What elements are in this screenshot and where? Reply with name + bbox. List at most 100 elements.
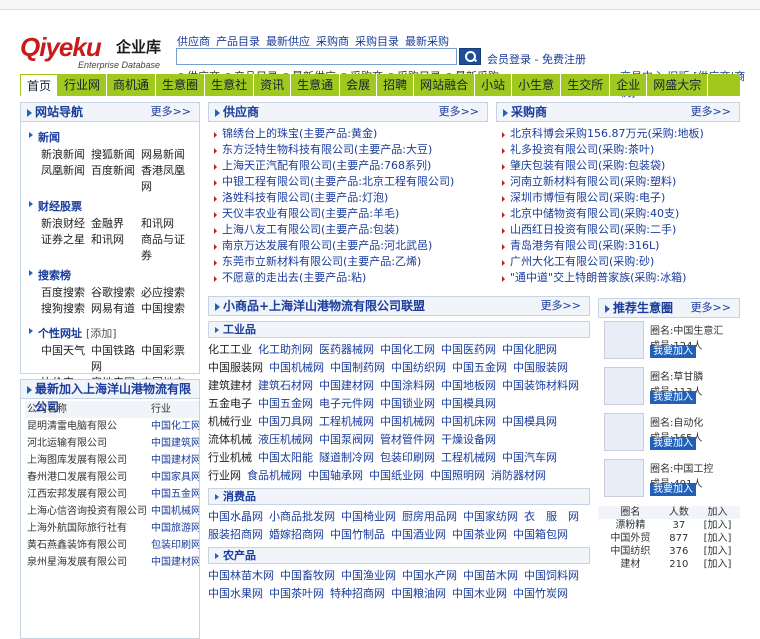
nav-link[interactable]: 金融界 (91, 216, 141, 232)
category-link[interactable]: 中国照明网 (430, 469, 485, 482)
search-button[interactable] (459, 48, 481, 65)
category-link[interactable]: 中国水果网 (208, 587, 263, 600)
category-link[interactable]: 婚嫁招商网 (269, 528, 324, 541)
logo[interactable]: Qiyeku 企业库 Enterprise Database (20, 32, 170, 76)
join-button[interactable]: 我要加入 (650, 483, 696, 496)
category-link[interactable]: 中国畜牧网 (280, 569, 335, 582)
circle-name[interactable]: 圈名:中国生意汇 (650, 322, 723, 337)
list-item[interactable]: 洛姓科技有限公司(主要产品:灯泡) (212, 190, 484, 206)
table-cell[interactable]: 中国五金网 (149, 486, 199, 503)
list-item[interactable]: 肇庆包装有限公司(采购:包装袋) (500, 158, 736, 174)
search-tab[interactable]: 最新供应 (266, 35, 310, 48)
category-link[interactable]: 中国服装网 (513, 361, 568, 374)
list-item[interactable]: 锦绣台上的珠宝(主要产品:黄金) (212, 126, 484, 142)
list-item[interactable]: 山西红日投资有限公司(采购:二手) (500, 222, 736, 238)
category-link[interactable]: 机械行业 (208, 415, 252, 428)
table-cell[interactable]: 中国建材网 (149, 452, 199, 469)
category-link[interactable]: 中国五金网 (258, 397, 313, 410)
category-link[interactable]: 服装招商网 (208, 528, 263, 541)
category-link[interactable]: 液压机械网 (258, 433, 313, 446)
category-link[interactable]: 特种招商网 (330, 587, 385, 600)
category-link[interactable]: 工程机械网 (319, 415, 374, 428)
add-link[interactable]: [添加] (86, 327, 117, 340)
nav-link[interactable]: 中国搜索 (141, 301, 191, 317)
nav-link[interactable]: 商品与证券 (141, 232, 191, 264)
category-link[interactable]: 中国粮油网 (391, 587, 446, 600)
nav-link[interactable]: 网易新闻 (141, 147, 191, 163)
category-link[interactable]: 中国医药网 (441, 343, 496, 356)
category-link[interactable]: 中国制药网 (330, 361, 385, 374)
table-cell[interactable]: 中国旅游网 (149, 520, 199, 537)
category-link[interactable]: 电子元件网 (319, 397, 374, 410)
category-link[interactable]: 中国木业网 (452, 587, 507, 600)
product-thumbnail[interactable] (604, 413, 644, 451)
category-link[interactable]: 中国箱包网 (513, 528, 568, 541)
nav-item[interactable]: 企业 (610, 74, 648, 96)
nav-item[interactable]: 首页 (20, 74, 59, 96)
nav-item[interactable]: 会展 (340, 74, 378, 96)
group-title[interactable]: 搜索榜 (29, 267, 193, 283)
search-tab[interactable]: 最新采购 (405, 35, 449, 48)
category-link[interactable]: 中国轴承网 (308, 469, 363, 482)
nav-item[interactable]: 小生意 (512, 74, 562, 96)
table-cell[interactable]: 泉州星海发展有限公司 (25, 554, 149, 571)
category-link[interactable]: 消防器材网 (491, 469, 546, 482)
category-link[interactable]: 中国五金网 (452, 361, 507, 374)
table-cell[interactable]: 上海图库发展有限公司 (25, 452, 149, 469)
nav-link[interactable]: 和讯网 (91, 232, 141, 264)
list-item[interactable]: "通中道"交上特朗普家族(采购:冰箱) (500, 270, 736, 286)
category-link[interactable]: 中国酒业网 (391, 528, 446, 541)
nav-item[interactable]: 网盛大宗 (647, 74, 709, 96)
table-cell[interactable]: 上海外航国际旅行社有 (25, 520, 149, 537)
table-cell[interactable]: [加入] (695, 519, 740, 532)
personal-title[interactable]: 个性网址 [添加] (29, 325, 193, 341)
nav-link[interactable]: 证券之星 (41, 232, 91, 264)
nav-link[interactable]: 和讯网 (141, 216, 191, 232)
search-tab[interactable]: 产品目录 (216, 35, 260, 48)
table-cell[interactable]: 中国纺织 (598, 545, 663, 558)
category-link[interactable]: 中国椅业网 (341, 510, 396, 523)
nav-link[interactable]: 新浪新闻 (41, 147, 91, 163)
list-item[interactable]: 不愿意的走出去(主要产品:粘) (212, 270, 484, 286)
category-link[interactable]: 中国汽车网 (502, 451, 557, 464)
product-thumbnail[interactable] (604, 459, 644, 497)
category-link[interactable]: 化工工业 (208, 343, 252, 356)
table-cell[interactable]: [加入] (695, 545, 740, 558)
category-link[interactable]: 中国模具网 (502, 415, 557, 428)
category-link[interactable]: 中国化肥网 (502, 343, 557, 356)
nav-link[interactable]: 百度搜索 (41, 285, 91, 301)
category-link[interactable]: 包装印刷网 (380, 451, 435, 464)
table-cell[interactable]: 建材 (598, 558, 663, 571)
search-tab[interactable]: 供应商 (177, 35, 210, 48)
category-link[interactable]: 行业网 (208, 469, 241, 482)
category-link[interactable]: 小商品批发网 (269, 510, 335, 523)
join-button[interactable]: 我要加入 (650, 345, 696, 358)
table-cell[interactable]: 中国外贸 (598, 532, 663, 545)
table-cell[interactable]: 昆明清雷电脑有限公 (25, 418, 149, 435)
category-link[interactable]: 中国纺织网 (391, 361, 446, 374)
list-item[interactable]: 河南立新材料有限公司(采购:塑料) (500, 174, 736, 190)
table-cell[interactable]: 河北运输有限公司 (25, 435, 149, 452)
category-link[interactable]: 中国家纺网 (463, 510, 518, 523)
product-thumbnail[interactable] (604, 367, 644, 405)
list-item[interactable]: 天仪丰农业有限公司(主要产品:羊毛) (212, 206, 484, 222)
nav-link[interactable]: 必应搜索 (141, 285, 191, 301)
nav-link[interactable]: 搜狐新闻 (91, 147, 141, 163)
list-item[interactable]: 南京万达发展有限公司(主要产品:河北武邑) (212, 238, 484, 254)
category-link[interactable]: 中国机械网 (269, 361, 324, 374)
category-link[interactable]: 中国机床网 (441, 415, 496, 428)
category-link[interactable]: 中国苗木网 (463, 569, 518, 582)
category-link[interactable]: 中国纸业网 (369, 469, 424, 482)
category-link[interactable]: 中国刀具网 (258, 415, 313, 428)
category-link[interactable]: 五金电子 (208, 397, 252, 410)
table-cell[interactable]: 包装印刷网 (149, 537, 199, 554)
list-item[interactable]: 北京科博会采购156.87万元(采购:地板) (500, 126, 736, 142)
group-title[interactable]: 新闻 (29, 129, 193, 145)
category-link[interactable]: 厨房用品网 (402, 510, 457, 523)
category-link[interactable]: 隧道制冷网 (319, 451, 374, 464)
register-link[interactable]: 会员登录 - 免费注册 (487, 51, 586, 67)
join-button[interactable]: 我要加入 (650, 391, 696, 404)
category-link[interactable]: 中国泵阀网 (319, 433, 374, 446)
table-cell[interactable]: 黄石燕鑫装饰有限公司 (25, 537, 149, 554)
category-link[interactable]: 中国地板网 (441, 379, 496, 392)
